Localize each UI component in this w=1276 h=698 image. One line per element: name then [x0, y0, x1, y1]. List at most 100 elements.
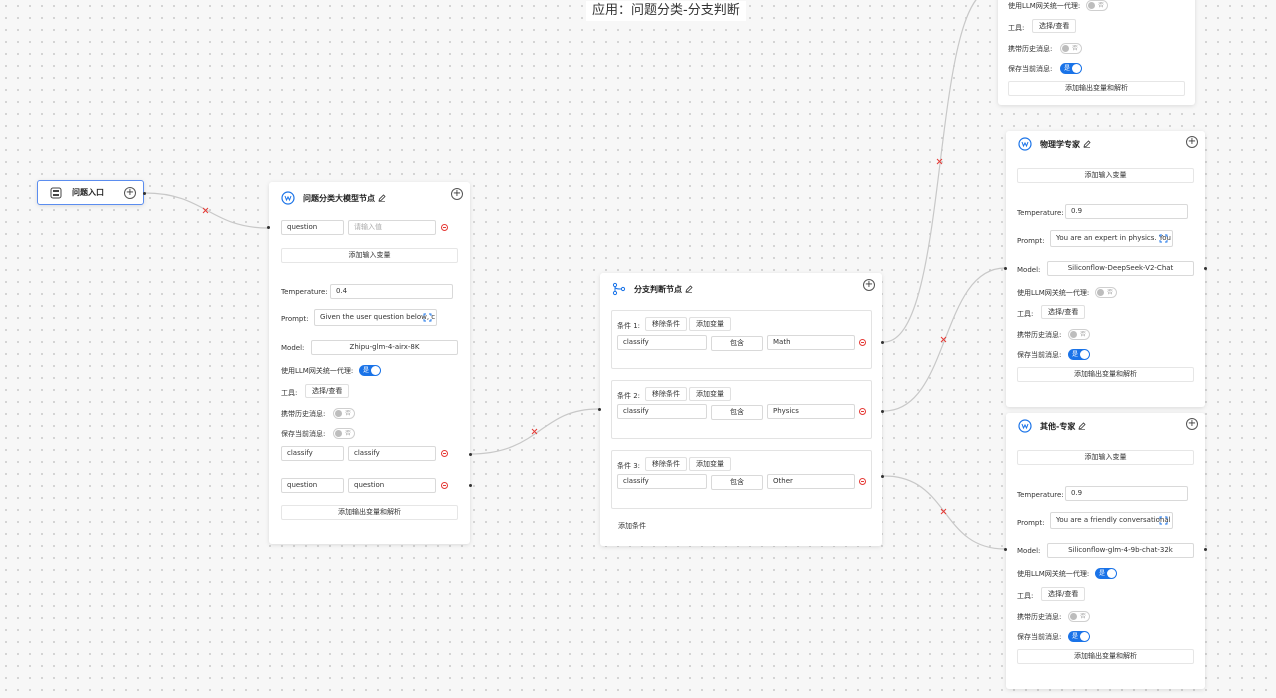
math-expert-node: 使用LLM网关统一代理: 否 工具: 选择/查看 携带历史消息: 否 保存当前消…	[998, 0, 1195, 105]
toggle-text: 否	[1072, 45, 1079, 52]
add-variable-button[interactable]: 添加变量	[689, 387, 731, 401]
add-output-button[interactable]: 添加输出变量和解析	[1008, 81, 1185, 96]
condition-value[interactable]: Physics	[767, 404, 855, 419]
input-name-field[interactable]: question	[281, 220, 344, 235]
add-output-button[interactable]: 添加输出变量和解析	[281, 505, 458, 520]
prompt-input[interactable]: You are a friendly conversational	[1050, 512, 1173, 529]
add-input-button[interactable]: 添加输入变量	[1017, 168, 1194, 183]
other-expert-node: 其他-专家 + 添加输入变量 Temperature: 0.9 Prompt: …	[1004, 413, 1207, 689]
output-port-classify[interactable]	[469, 453, 472, 456]
proxy-toggle[interactable]: 是	[359, 365, 381, 376]
remove-condition-icon[interactable]	[859, 339, 866, 346]
history-toggle[interactable]: 否	[1060, 43, 1082, 54]
remove-condition-icon[interactable]	[859, 478, 866, 485]
branch-input-port[interactable]	[598, 408, 601, 411]
remove-output-icon[interactable]	[441, 482, 448, 489]
prompt-text: Given the user question below, c	[320, 313, 436, 321]
prompt-input[interactable]: Given the user question below, c	[314, 309, 437, 326]
tools-button[interactable]: 选择/查看	[1041, 305, 1086, 319]
proxy-toggle[interactable]: 否	[1086, 0, 1108, 11]
remove-input-icon[interactable]	[441, 224, 448, 231]
condition-1-port[interactable]	[881, 341, 884, 344]
condition-value[interactable]: Math	[767, 335, 855, 350]
model-select[interactable]: Siliconflow-glm-4-9b-chat-32k	[1047, 543, 1194, 558]
temperature-input[interactable]: 0.4	[330, 284, 453, 299]
branch-node: 分支判断节点 + 条件 1: 移除条件 添加变量 classify 包含 Mat…	[598, 273, 884, 546]
condition-operator[interactable]: 包含	[711, 336, 763, 351]
toggle-text: 是	[1072, 351, 1079, 358]
condition-3-port[interactable]	[881, 475, 884, 478]
save-toggle[interactable]: 是	[1068, 631, 1090, 642]
remove-condition-button[interactable]: 移除条件	[645, 457, 687, 471]
expand-icon[interactable]	[423, 313, 432, 325]
input-value-field[interactable]: 请输入值	[348, 220, 436, 235]
expand-icon[interactable]	[1159, 234, 1168, 246]
branch-add-button[interactable]: +	[863, 279, 875, 291]
edge-branch-physics	[883, 267, 1006, 412]
add-output-button[interactable]: 添加输出变量和解析	[1017, 367, 1194, 382]
history-toggle[interactable]: 否	[333, 408, 355, 419]
tools-button[interactable]: 选择/查看	[305, 384, 350, 398]
classifier-input-port[interactable]	[267, 226, 270, 229]
history-toggle[interactable]: 否	[1068, 611, 1090, 622]
prompt-input[interactable]: You are an expert in physics. You	[1050, 230, 1173, 247]
temperature-input[interactable]: 0.9	[1065, 204, 1188, 219]
save-toggle[interactable]: 否	[333, 428, 355, 439]
entry-output-port[interactable]	[143, 192, 146, 195]
proxy-label: 使用LLM网关统一代理:	[1008, 2, 1081, 10]
entry-node[interactable]: 问题入口 +	[37, 180, 146, 205]
edge-branch-math	[883, 0, 977, 343]
remove-output-icon[interactable]	[441, 450, 448, 457]
add-variable-button[interactable]: 添加变量	[689, 457, 731, 471]
proxy-toggle[interactable]: 是	[1095, 568, 1117, 579]
condition-operator[interactable]: 包含	[711, 475, 763, 490]
output-value-field[interactable]: question	[348, 478, 436, 493]
output-name-field[interactable]: question	[281, 478, 344, 493]
edit-icon[interactable]	[685, 285, 693, 293]
physics-add-button[interactable]: +	[1186, 136, 1198, 148]
classifier-add-button[interactable]: +	[451, 188, 463, 200]
add-variable-button[interactable]: 添加变量	[689, 317, 731, 331]
physics-input-port[interactable]	[1004, 267, 1007, 270]
remove-condition-button[interactable]: 移除条件	[645, 317, 687, 331]
proxy-toggle[interactable]: 否	[1095, 287, 1117, 298]
save-toggle[interactable]: 是	[1068, 349, 1090, 360]
model-select[interactable]: Zhipu-glm-4-airx-8K	[311, 340, 458, 355]
tools-button[interactable]: 选择/查看	[1041, 587, 1086, 601]
save-toggle[interactable]: 是	[1060, 63, 1082, 74]
llm-icon	[1018, 137, 1032, 151]
tools-button[interactable]: 选择/查看	[1032, 19, 1077, 33]
prompt-label: Prompt:	[281, 315, 309, 323]
edit-icon[interactable]	[1078, 422, 1086, 430]
other-add-button[interactable]: +	[1186, 418, 1198, 430]
temperature-input[interactable]: 0.9	[1065, 486, 1188, 501]
add-output-button[interactable]: 添加输出变量和解析	[1017, 649, 1194, 664]
history-toggle[interactable]: 否	[1068, 329, 1090, 340]
condition-value[interactable]: Other	[767, 474, 855, 489]
condition-operator[interactable]: 包含	[711, 405, 763, 420]
tools-label: 工具:	[1008, 24, 1025, 32]
add-condition-button[interactable]: 添加条件	[612, 520, 652, 534]
add-input-button[interactable]: 添加输入变量	[281, 248, 458, 263]
condition-variable[interactable]: classify	[617, 404, 707, 419]
other-output-port[interactable]	[1204, 548, 1207, 551]
output-name-field[interactable]: classify	[281, 446, 344, 461]
physics-output-port[interactable]	[1204, 267, 1207, 270]
condition-2-port[interactable]	[881, 410, 884, 413]
remove-condition-icon[interactable]	[859, 408, 866, 415]
history-label: 携带历史消息:	[1017, 331, 1062, 339]
entry-add-button[interactable]: +	[124, 187, 136, 199]
output-value-field[interactable]: classify	[348, 446, 436, 461]
remove-condition-button[interactable]: 移除条件	[645, 387, 687, 401]
condition-variable[interactable]: classify	[617, 474, 707, 489]
add-input-button[interactable]: 添加输入变量	[1017, 450, 1194, 465]
model-select[interactable]: Siliconflow-DeepSeek-V2-Chat	[1047, 261, 1194, 276]
edit-icon[interactable]	[1083, 140, 1091, 148]
expand-icon[interactable]	[1159, 516, 1168, 528]
temperature-label: Temperature:	[1017, 491, 1064, 499]
other-input-port[interactable]	[1004, 548, 1007, 551]
toggle-text: 是	[363, 367, 370, 374]
condition-variable[interactable]: classify	[617, 335, 707, 350]
output-port-question[interactable]	[469, 484, 472, 487]
edit-icon[interactable]	[378, 194, 386, 202]
